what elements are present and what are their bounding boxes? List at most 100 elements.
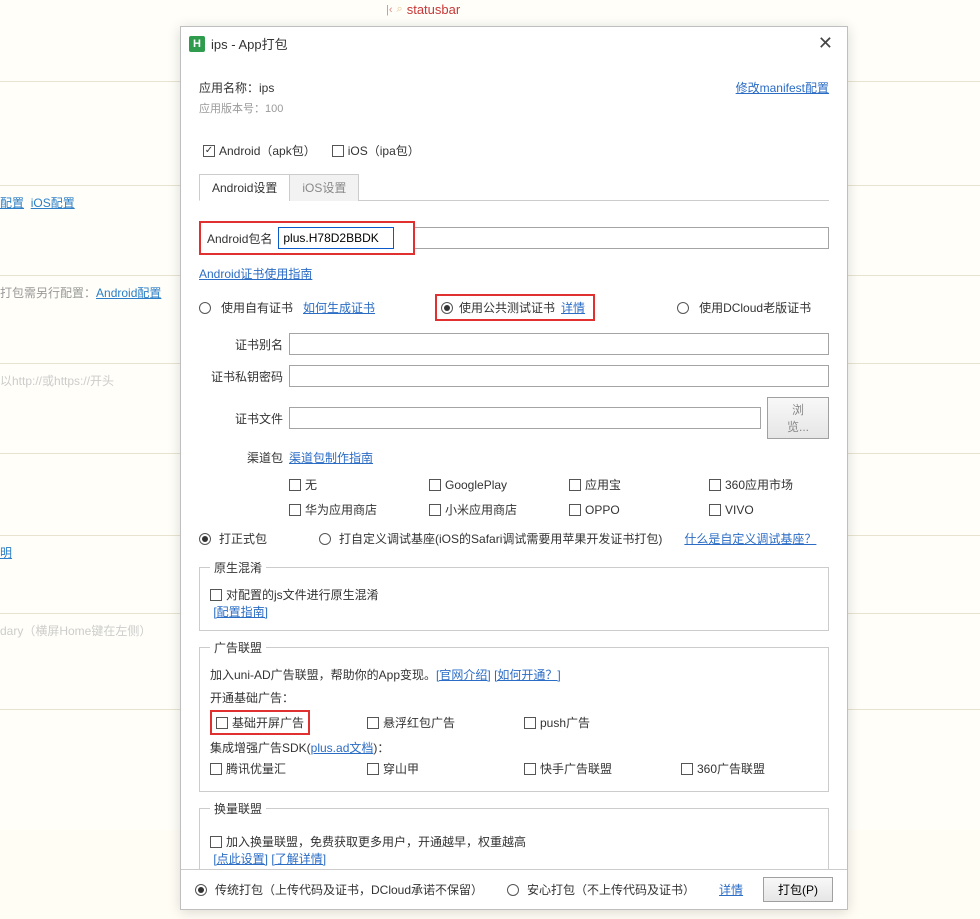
ch-gp[interactable]: GooglePlay <box>429 476 549 493</box>
ad-push-checkbox[interactable]: push广告 <box>524 710 661 735</box>
channel-guide-link[interactable]: 渠道包制作指南 <box>289 449 373 466</box>
package-name-input[interactable] <box>278 227 394 249</box>
app-name: ips <box>259 81 274 95</box>
ad-ks-checkbox[interactable]: 快手广告联盟 <box>524 760 661 777</box>
bg-pack-pre: 打包需另行配置： <box>0 286 96 300</box>
radio-public-cert[interactable] <box>441 302 453 314</box>
tab-android[interactable]: Android设置 <box>199 174 290 201</box>
ios-pkg-label: iOS（ipa包） <box>348 142 420 159</box>
channel-label: 渠道包 <box>211 449 283 466</box>
ch-360[interactable]: 360应用市场 <box>709 476 829 493</box>
ad-ks-label: 快手广告联盟 <box>540 760 612 777</box>
ch-oppo-label: OPPO <box>585 503 620 517</box>
checkbox-ios-pkg[interactable]: iOS（ipa包） <box>332 142 420 159</box>
ad-intro-link2[interactable]: [如何开通？] <box>494 668 561 682</box>
tab-ios[interactable]: iOS设置 <box>289 174 359 201</box>
ad-redpack-checkbox[interactable]: 悬浮红包广告 <box>367 710 504 735</box>
close-button[interactable]: ✕ <box>812 31 839 56</box>
native-mix-label: 对配置的js文件进行原生混淆 <box>226 586 379 603</box>
package-button[interactable]: 打包(P) <box>763 877 833 902</box>
ch-none-label: 无 <box>305 476 317 493</box>
ch-yyb[interactable]: 应用宝 <box>569 476 689 493</box>
radio-safe[interactable] <box>507 884 519 896</box>
bg-url-hint: 以http://或https://开头 <box>0 374 114 388</box>
ad-tx-label: 腾讯优量汇 <box>226 760 286 777</box>
ad-legend: 广告联盟 <box>210 639 266 656</box>
swap-fieldset: 换量联盟 加入换量联盟，免费获取更多用户，开通越早，权重越高 [点此设置] [了… <box>199 800 829 869</box>
cfg-guide-link[interactable]: [配置指南] <box>213 605 268 619</box>
cert-alias-input[interactable] <box>289 333 829 355</box>
swap-checkbox[interactable]: 加入换量联盟，免费获取更多用户，开通越早，权重越高 <box>210 833 818 850</box>
cert-pwd-input[interactable] <box>289 365 829 387</box>
ch-vivo-label: VIVO <box>725 503 754 517</box>
how-gen-cert-link[interactable]: 如何生成证书 <box>303 299 375 316</box>
swap-link2[interactable]: [了解详情] <box>271 852 326 866</box>
radio-traditional[interactable] <box>195 884 207 896</box>
release-pack-label: 打正式包 <box>219 530 267 547</box>
ad-splash-checkbox[interactable]: 基础开屏广告 <box>216 714 304 731</box>
ad-csj-label: 穿山甲 <box>383 760 419 777</box>
ad-360-checkbox[interactable]: 360广告联盟 <box>681 760 818 777</box>
cert-file-input[interactable] <box>289 407 761 429</box>
ad-sdk-pre: 集成增强广告SDK( <box>210 741 311 755</box>
ch-none[interactable]: 无 <box>289 476 409 493</box>
checkbox-android-pkg[interactable]: Android（apk包） <box>203 142 316 159</box>
radio-custom-pack[interactable] <box>319 533 331 545</box>
ad-360-label: 360广告联盟 <box>697 760 765 777</box>
app-icon: H <box>189 36 205 52</box>
public-cert-highlight: 使用公共测试证书 详情 <box>435 294 595 321</box>
native-mix-checkbox[interactable]: 对配置的js文件进行原生混淆 <box>210 586 818 603</box>
bg-link-androidcfg[interactable]: Android配置 <box>96 286 161 300</box>
radio-own-cert[interactable] <box>199 302 211 314</box>
bg-link-ming[interactable]: 明 <box>0 546 12 560</box>
ch-mi-label: 小米应用商店 <box>445 501 517 518</box>
traditional-label: 传统打包（上传代码及证书，DCloud承诺不保留） <box>215 881 483 898</box>
app-ver: 100 <box>265 103 283 115</box>
safe-label: 安心打包（不上传代码及证书） <box>527 881 695 898</box>
app-name-label: 应用名称： <box>199 81 259 95</box>
statusbar-text: statusbar <box>407 2 460 17</box>
ch-360-label: 360应用市场 <box>725 476 793 493</box>
footer-detail-link[interactable]: 详情 <box>719 881 743 898</box>
swap-text: 加入换量联盟，免费获取更多用户，开通越早，权重越高 <box>226 833 526 850</box>
ad-tx-checkbox[interactable]: 腾讯优量汇 <box>210 760 347 777</box>
cert-file-label: 证书文件 <box>211 410 283 427</box>
radio-release-pack[interactable] <box>199 533 211 545</box>
app-package-dialog: H ips - App打包 ✕ 应用名称：ips 应用版本号：100 修改man… <box>180 26 848 910</box>
ch-yyb-label: 应用宝 <box>585 476 621 493</box>
ch-hw-label: 华为应用商店 <box>305 501 377 518</box>
browse-button[interactable]: 浏览... <box>767 397 829 439</box>
ad-sdk-link[interactable]: plus.ad文档 <box>311 741 374 755</box>
search-icon: ⌕ <box>397 3 403 16</box>
ad-push-label: push广告 <box>540 714 590 731</box>
ch-oppo[interactable]: OPPO <box>569 501 689 518</box>
native-mix-fieldset: 原生混淆 对配置的js文件进行原生混淆 [配置指南] <box>199 559 829 631</box>
ad-csj-checkbox[interactable]: 穿山甲 <box>367 760 504 777</box>
ch-gp-label: GooglePlay <box>445 478 507 492</box>
ad-basic-title: 开通基础广告： <box>210 689 818 706</box>
window-title: ips - App打包 <box>211 34 812 53</box>
app-ver-label: 应用版本号： <box>199 103 265 115</box>
pkg-label: Android包名 <box>207 230 272 247</box>
native-legend: 原生混淆 <box>210 559 266 576</box>
ch-hw[interactable]: 华为应用商店 <box>289 501 409 518</box>
what-custom-link[interactable]: 什么是自定义调试基座？ <box>684 530 816 547</box>
swap-legend: 换量联盟 <box>210 800 266 817</box>
ch-mi[interactable]: 小米应用商店 <box>429 501 549 518</box>
ad-sdk-post: )： <box>373 741 389 755</box>
swap-link1[interactable]: [点此设置] <box>213 852 268 866</box>
ad-intro: 加入uni-AD广告联盟，帮助你的App变现。 <box>210 668 436 682</box>
cert-guide-link[interactable]: Android证书使用指南 <box>199 267 312 281</box>
ad-intro-link1[interactable]: [官网介绍] <box>436 668 491 682</box>
radio-dcloud-cert[interactable] <box>677 302 689 314</box>
bg-link-ioscfg[interactable]: iOS配置 <box>31 196 75 210</box>
ad-splash-label: 基础开屏广告 <box>232 714 304 731</box>
bg-link-cfg[interactable]: 配置 <box>0 196 24 210</box>
modify-manifest-link[interactable]: 修改manifest配置 <box>736 79 829 96</box>
public-cert-detail-link[interactable]: 详情 <box>561 299 585 316</box>
custom-pack-label: 打自定义调试基座(iOS的Safari调试需要用苹果开发证书打包) <box>339 530 662 547</box>
own-cert-label: 使用自有证书 <box>221 299 293 316</box>
ch-vivo[interactable]: VIVO <box>709 501 829 518</box>
dcloud-cert-label: 使用DCloud老版证书 <box>699 299 811 316</box>
cert-pwd-label: 证书私钥密码 <box>211 368 283 385</box>
